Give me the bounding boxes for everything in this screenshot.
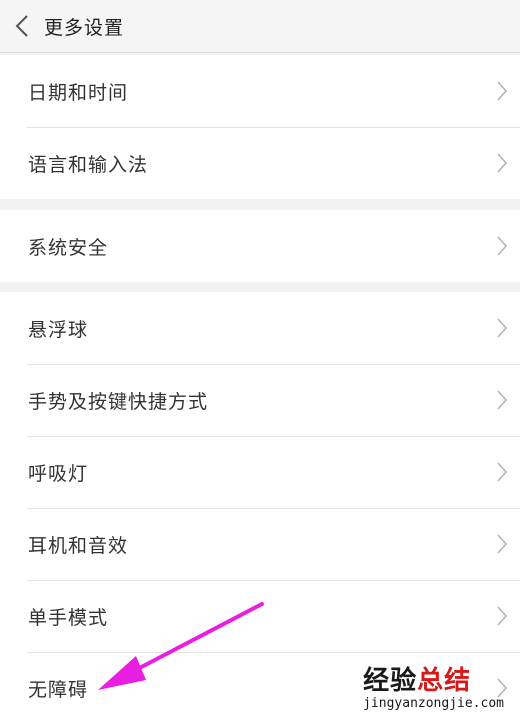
settings-item-label: 单手模式	[28, 606, 109, 629]
settings-item-label: 手势及按键快捷方式	[28, 390, 209, 413]
chevron-left-icon	[15, 15, 28, 37]
settings-item-label: 语言和输入法	[28, 153, 149, 176]
settings-item-date-time[interactable]: 日期和时间	[0, 55, 520, 127]
watermark-url: jingyanzongjie.com	[363, 696, 504, 711]
page-title: 更多设置	[44, 16, 125, 39]
settings-item-headphones-audio[interactable]: 耳机和音效	[0, 508, 520, 580]
settings-group-1: 日期和时间 语言和输入法	[0, 55, 520, 199]
watermark-brand-red: 总结	[417, 666, 472, 696]
chevron-right-icon	[497, 153, 508, 173]
settings-group-3: 悬浮球 手势及按键快捷方式 呼吸灯 耳机和音效 单手模式 无障碍	[0, 292, 520, 718]
chevron-right-icon	[497, 81, 508, 101]
settings-item-label: 呼吸灯	[28, 462, 89, 485]
watermark: 经验总结 jingyanzongjie.com	[363, 666, 504, 712]
top-bar: 更多设置	[0, 0, 520, 53]
settings-item-floating-ball[interactable]: 悬浮球	[0, 292, 520, 364]
watermark-brand-black: 经验	[363, 666, 418, 696]
chevron-right-icon	[497, 236, 508, 256]
chevron-right-icon	[497, 606, 508, 626]
settings-item-gesture-shortcuts[interactable]: 手势及按键快捷方式	[0, 364, 520, 436]
settings-item-system-security[interactable]: 系统安全	[0, 210, 520, 282]
back-button[interactable]	[8, 0, 36, 52]
chevron-right-icon	[497, 462, 508, 482]
settings-item-label: 日期和时间	[28, 81, 129, 104]
settings-item-label: 无障碍	[28, 678, 89, 701]
settings-item-label: 悬浮球	[28, 318, 89, 341]
settings-item-label: 耳机和音效	[28, 534, 129, 557]
settings-item-one-hand-mode[interactable]: 单手模式	[0, 580, 520, 652]
settings-group-2: 系统安全	[0, 210, 520, 282]
chevron-right-icon	[497, 390, 508, 410]
watermark-brand: 经验总结	[363, 666, 504, 696]
chevron-right-icon	[497, 318, 508, 338]
settings-item-label: 系统安全	[28, 236, 109, 259]
settings-item-breathing-light[interactable]: 呼吸灯	[0, 436, 520, 508]
chevron-right-icon	[497, 534, 508, 554]
settings-item-language-input[interactable]: 语言和输入法	[0, 127, 520, 199]
